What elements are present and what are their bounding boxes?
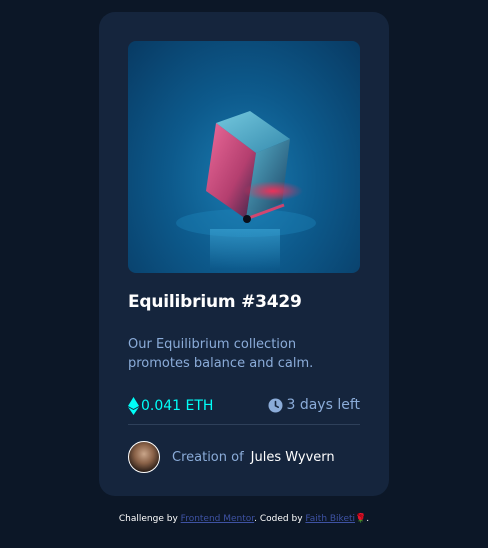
clock-icon xyxy=(268,398,283,412)
price: 0.041 ETH xyxy=(128,397,213,415)
attribution-end: . xyxy=(366,514,370,524)
ethereum-icon xyxy=(128,397,139,415)
card-description: Our Equilibrium collection promotes bala… xyxy=(128,337,314,371)
nft-preview-card: Equilibrium #3429 Our Equilibrium collec… xyxy=(99,12,389,496)
creator: Creation of Jules Wyvern xyxy=(128,441,335,473)
coded-prefix: . Coded by xyxy=(254,514,303,524)
attribution: Challenge by Frontend Mentor. Coded by F… xyxy=(0,514,488,524)
nft-image[interactable] xyxy=(128,41,360,273)
rose-icon: 🌹 xyxy=(355,514,367,524)
card-title[interactable]: Equilibrium #3429 xyxy=(128,292,302,312)
cube-artwork xyxy=(176,111,316,269)
frontend-mentor-link[interactable]: Frontend Mentor xyxy=(181,514,255,524)
time-left-value: 3 days left xyxy=(286,397,360,413)
avatar xyxy=(128,441,160,473)
creator-name-link[interactable]: Jules Wyvern xyxy=(251,450,335,465)
coder-link[interactable]: Faith Biketi xyxy=(305,514,355,524)
challenge-prefix: Challenge by xyxy=(118,514,178,524)
creation-of-label: Creation of xyxy=(172,449,244,465)
price-value: 0.041 ETH xyxy=(141,398,214,414)
time-left: 3 days left xyxy=(268,397,360,413)
divider xyxy=(128,424,360,425)
